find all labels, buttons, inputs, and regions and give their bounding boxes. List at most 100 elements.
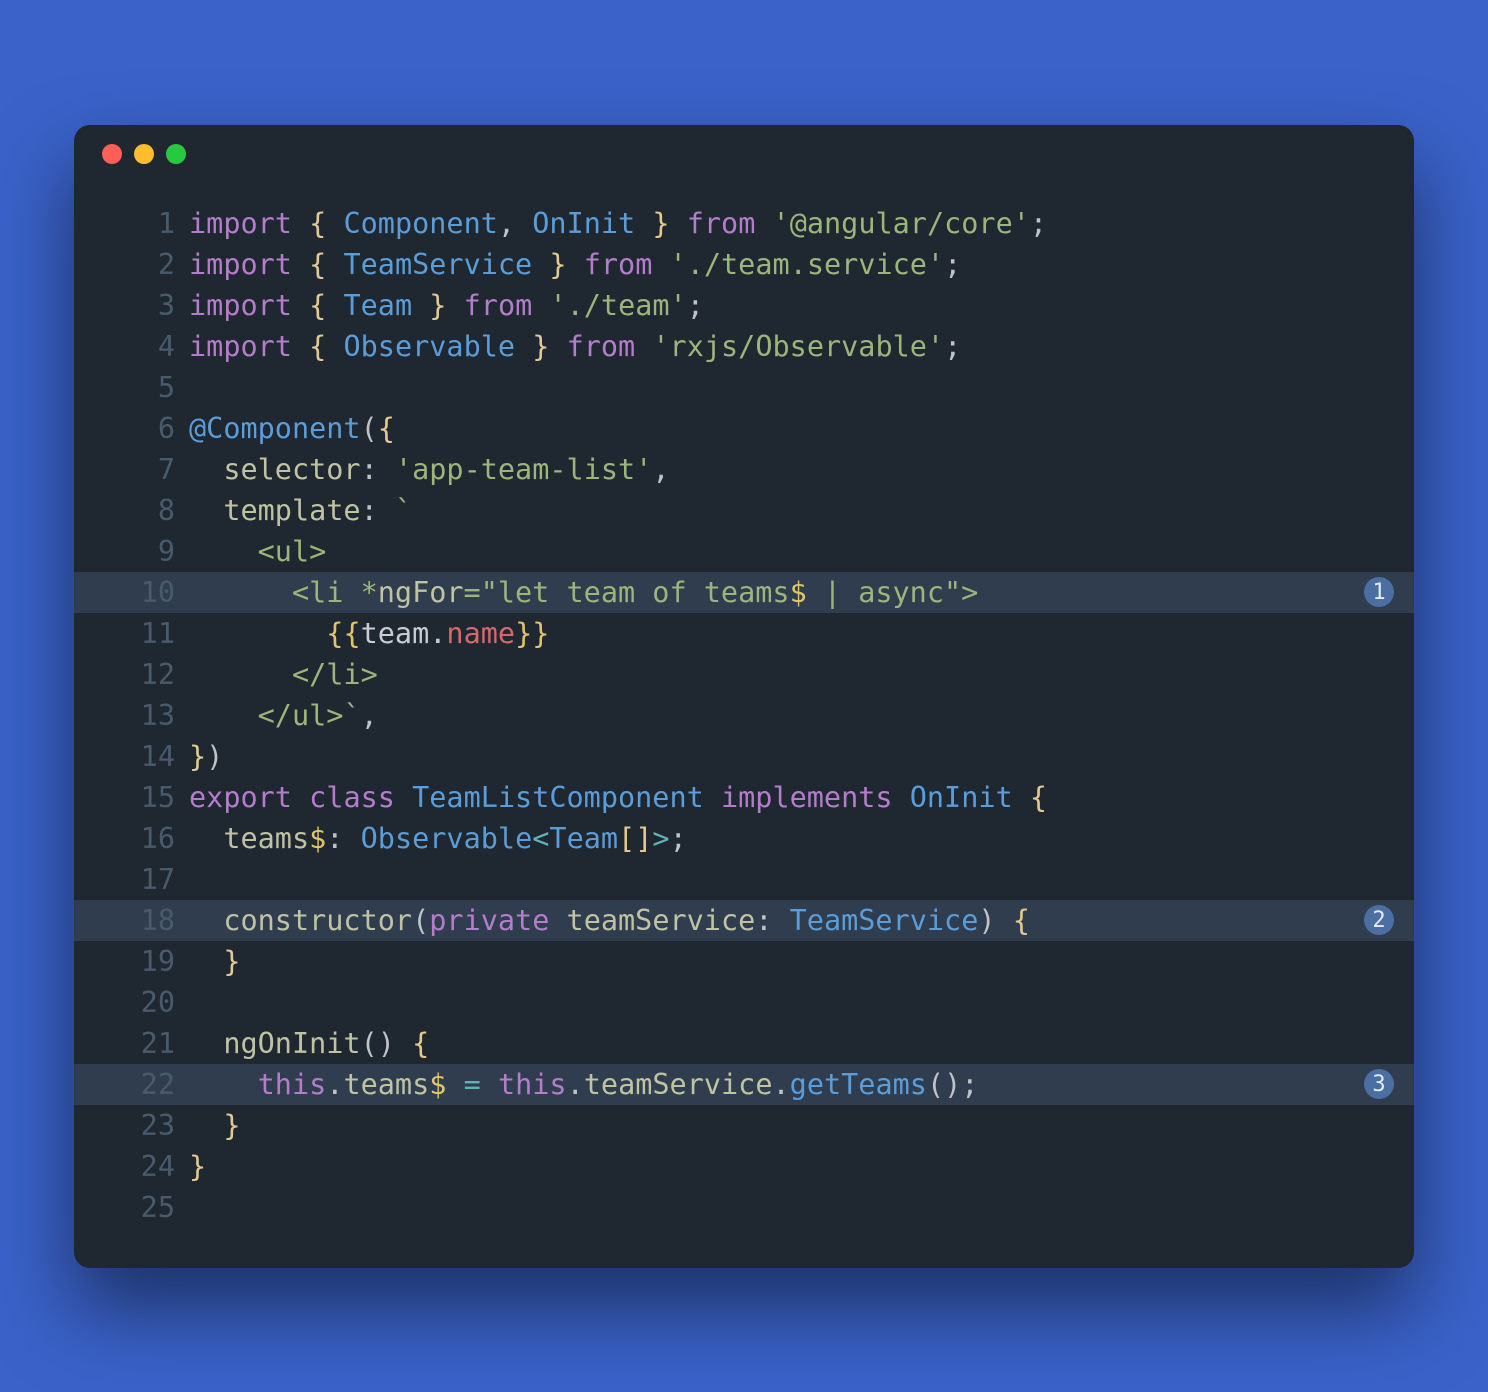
token: < xyxy=(532,822,549,855)
line-number: 9 xyxy=(74,531,189,572)
code-line[interactable]: 23 } xyxy=(74,1105,1414,1146)
code-content[interactable]: }) xyxy=(189,736,223,777)
token: this xyxy=(258,1068,327,1101)
code-editor[interactable]: 1import { Component, OnInit } from '@ang… xyxy=(74,183,1414,1268)
token: } xyxy=(223,1109,240,1142)
annotation-badge: 3 xyxy=(1364,1069,1394,1099)
token: TeamService xyxy=(790,904,979,937)
token xyxy=(446,289,463,322)
token: ; xyxy=(944,330,961,363)
code-line[interactable]: 3import { Team } from './team'; xyxy=(74,285,1414,326)
token: from xyxy=(567,330,636,363)
token: : xyxy=(361,494,378,527)
code-content[interactable]: ngOnInit() { xyxy=(189,1023,429,1064)
token: import xyxy=(189,289,292,322)
token: ( xyxy=(361,1027,378,1060)
token xyxy=(635,207,652,240)
token xyxy=(189,1068,258,1101)
code-line[interactable]: 5 xyxy=(74,367,1414,408)
code-line[interactable]: 22 this.teams$ = this.teamService.getTea… xyxy=(74,1064,1414,1105)
code-window: 1import { Component, OnInit } from '@ang… xyxy=(74,125,1414,1268)
code-line[interactable]: 25 xyxy=(74,1187,1414,1228)
code-content[interactable]: export class TeamListComponent implement… xyxy=(189,777,1047,818)
token xyxy=(532,248,549,281)
code-line[interactable]: 1import { Component, OnInit } from '@ang… xyxy=(74,203,1414,244)
token: constructor xyxy=(223,904,412,937)
token: 'rxjs/Observable' xyxy=(652,330,944,363)
token: { xyxy=(309,207,326,240)
token xyxy=(532,289,549,322)
code-content[interactable]: teams$: Observable<Team[]>; xyxy=(189,818,687,859)
token: }} xyxy=(515,617,549,650)
code-content[interactable]: {{team.name}} xyxy=(189,613,549,654)
token: ) xyxy=(944,1068,961,1101)
code-content[interactable]: <li *ngFor="let team of teams$ | async"> xyxy=(189,572,978,613)
code-content[interactable]: this.teams$ = this.teamService.getTeams(… xyxy=(189,1064,978,1105)
code-content[interactable]: @Component({ xyxy=(189,408,395,449)
token: } xyxy=(189,740,206,773)
token: ] xyxy=(635,822,652,855)
code-line[interactable]: 9 <ul> xyxy=(74,531,1414,572)
token xyxy=(549,904,566,937)
code-line[interactable]: 21 ngOnInit() { xyxy=(74,1023,1414,1064)
code-line[interactable]: 8 template: ` xyxy=(74,490,1414,531)
window-titlebar xyxy=(74,125,1414,183)
token: </ul> xyxy=(258,699,344,732)
token: teamService xyxy=(584,1068,773,1101)
code-content[interactable]: <ul> xyxy=(189,531,326,572)
token xyxy=(635,330,652,363)
code-line[interactable]: 19 } xyxy=(74,941,1414,982)
code-line[interactable]: 12 </li> xyxy=(74,654,1414,695)
code-content[interactable]: } xyxy=(189,1146,206,1187)
code-line[interactable]: 14}) xyxy=(74,736,1414,777)
token: ( xyxy=(361,412,378,445)
token: ; xyxy=(944,248,961,281)
code-line[interactable]: 15export class TeamListComponent impleme… xyxy=(74,777,1414,818)
code-content[interactable]: template: ` xyxy=(189,490,412,531)
code-content[interactable]: import { Observable } from 'rxjs/Observa… xyxy=(189,326,961,367)
minimize-icon[interactable] xyxy=(134,144,154,164)
code-line[interactable]: 11 {{team.name}} xyxy=(74,613,1414,654)
code-line[interactable]: 13 </ul>`, xyxy=(74,695,1414,736)
token: > xyxy=(652,822,669,855)
token: [ xyxy=(618,822,635,855)
token: } xyxy=(652,207,669,240)
token: teams xyxy=(223,822,309,855)
code-line[interactable]: 17 xyxy=(74,859,1414,900)
code-content[interactable]: selector: 'app-team-list', xyxy=(189,449,670,490)
token: selector xyxy=(223,453,360,486)
token xyxy=(189,617,326,650)
code-line[interactable]: 20 xyxy=(74,982,1414,1023)
token: } xyxy=(532,330,549,363)
code-line[interactable]: 10 <li *ngFor="let team of teams$ | asyn… xyxy=(74,572,1414,613)
code-line[interactable]: 2import { TeamService } from './team.ser… xyxy=(74,244,1414,285)
code-content[interactable]: } xyxy=(189,941,241,982)
code-line[interactable]: 6@Component({ xyxy=(74,408,1414,449)
code-content[interactable]: </li> xyxy=(189,654,378,695)
token: private xyxy=(429,904,549,937)
line-number: 2 xyxy=(74,244,189,285)
code-content[interactable]: constructor(private teamService: TeamSer… xyxy=(189,900,1030,941)
token xyxy=(189,494,223,527)
code-line[interactable]: 16 teams$: Observable<Team[]>; xyxy=(74,818,1414,859)
code-content[interactable]: import { TeamService } from './team.serv… xyxy=(189,244,961,285)
maximize-icon[interactable] xyxy=(166,144,186,164)
code-content[interactable]: import { Team } from './team'; xyxy=(189,285,704,326)
code-content[interactable]: import { Component, OnInit } from '@angu… xyxy=(189,203,1047,244)
code-line[interactable]: 4import { Observable } from 'rxjs/Observ… xyxy=(74,326,1414,367)
token: getTeams xyxy=(790,1068,927,1101)
code-content[interactable]: } xyxy=(189,1105,241,1146)
line-number: 3 xyxy=(74,285,189,326)
line-number: 14 xyxy=(74,736,189,777)
token xyxy=(326,289,343,322)
close-icon[interactable] xyxy=(102,144,122,164)
code-line[interactable]: 24} xyxy=(74,1146,1414,1187)
token xyxy=(189,1027,223,1060)
code-line[interactable]: 18 constructor(private teamService: Team… xyxy=(74,900,1414,941)
token: . xyxy=(326,1068,343,1101)
line-number: 23 xyxy=(74,1105,189,1146)
token: OnInit xyxy=(910,781,1013,814)
code-content[interactable]: </ul>`, xyxy=(189,695,378,736)
token: <li * xyxy=(292,576,378,609)
code-line[interactable]: 7 selector: 'app-team-list', xyxy=(74,449,1414,490)
